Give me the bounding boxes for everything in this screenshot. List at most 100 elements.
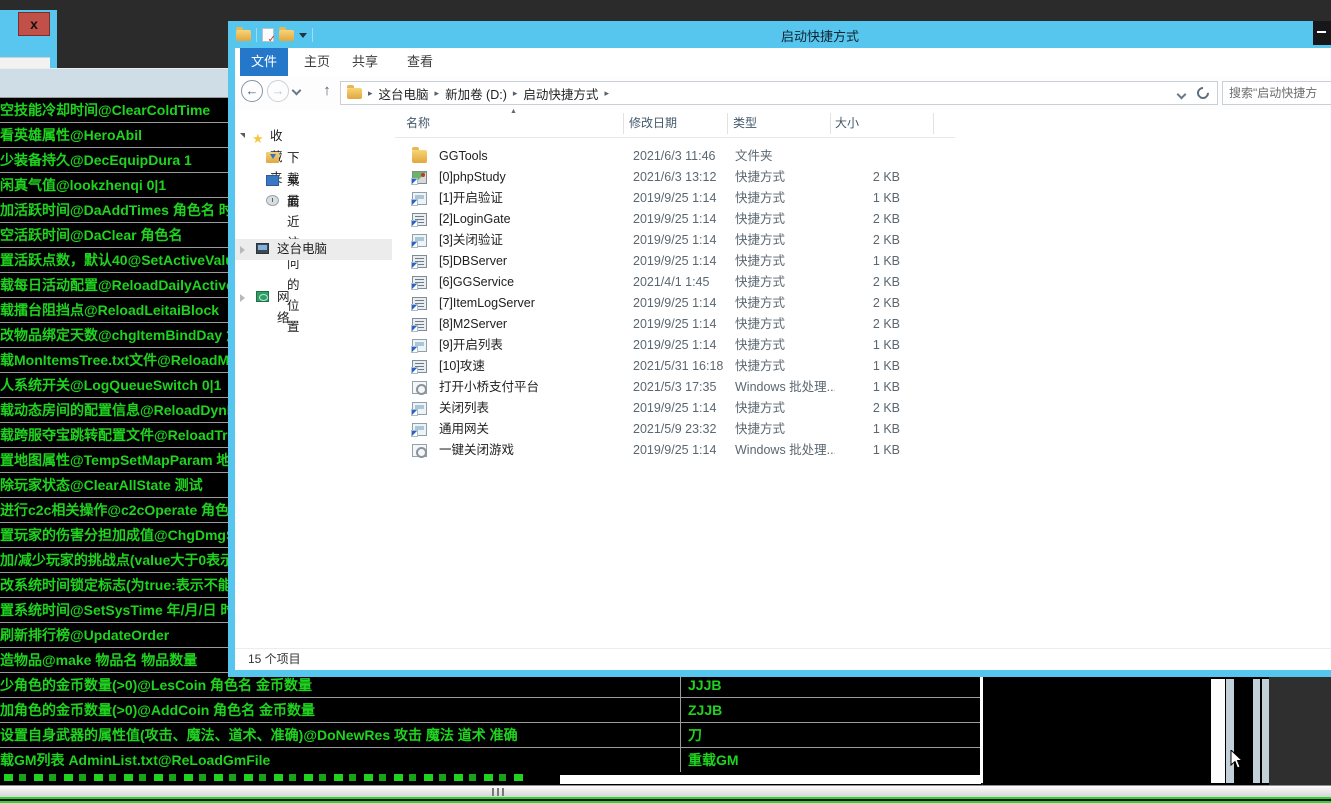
table-row[interactable]: [2]LoginGate2019/9/25 1:14快捷方式2 KB [395, 209, 955, 230]
table-row[interactable]: 一键关闭游戏2019/9/25 1:14Windows 批处理...1 KB [395, 440, 955, 461]
table-row[interactable]: [0]phpStudy2021/6/3 13:12快捷方式2 KB [395, 167, 955, 188]
search-input[interactable]: 搜索"启动快捷方 [1222, 81, 1331, 105]
gm-command-row[interactable]: 看英雄属性@HeroAbil [0, 122, 228, 147]
gm-command-row[interactable]: 载每日活动配置@ReloadDailyActiveCfg [0, 272, 228, 297]
file-name: 关闭列表 [439, 398, 629, 419]
file-name: [5]DBServer [439, 251, 629, 272]
column-header-name[interactable]: 名称 [406, 114, 430, 131]
table-row[interactable]: [9]开启列表2019/9/25 1:14快捷方式1 KB [395, 335, 955, 356]
table-row[interactable]: [10]攻速2021/5/31 16:18快捷方式1 KB [395, 356, 955, 377]
chevron-down-icon[interactable] [299, 33, 307, 38]
breadcrumb-item[interactable]: 这台电脑 [379, 84, 429, 103]
properties-icon[interactable] [262, 28, 274, 42]
gm-command-row[interactable]: 造物品@make 物品名 物品数量 [0, 647, 228, 672]
minimize-button[interactable] [1313, 21, 1331, 45]
table-row[interactable]: [1]开启验证2019/9/25 1:14快捷方式1 KB [395, 188, 955, 209]
column-separator[interactable] [727, 113, 728, 134]
column-header-date[interactable]: 修改日期 [629, 114, 677, 131]
folder-icon[interactable] [236, 30, 251, 41]
expander-icon[interactable] [240, 294, 245, 302]
gm-command-row[interactable]: 除玩家状态@ClearAllState 测试 [0, 472, 228, 497]
back-button[interactable]: ← [241, 80, 263, 102]
shortcut-arrow-icon [411, 220, 418, 227]
column-separator[interactable] [830, 113, 831, 134]
column-separator[interactable] [623, 113, 624, 134]
table-row[interactable]: 关闭列表2019/9/25 1:14快捷方式2 KB [395, 398, 955, 419]
gm-command-row[interactable]: 载动态房间的配置信息@ReloadDynRoo [0, 397, 228, 422]
up-button[interactable]: ↑ [317, 78, 337, 104]
file-type: 快捷方式 [735, 209, 835, 230]
table-row[interactable]: [5]DBServer2019/9/25 1:14快捷方式1 KB [395, 251, 955, 272]
gm-command-row[interactable]: 置地图属性@TempSetMapParam 地图代 [0, 447, 228, 472]
gm-alias-cell[interactable]: ZJJB [688, 698, 978, 723]
new-folder-icon[interactable] [279, 30, 294, 41]
file-date: 2021/5/31 16:18 [633, 356, 733, 377]
screen: x 空技能冷却时间@ClearColdTime看英雄属性@HeroAbil少装备… [0, 0, 1331, 803]
gm-command-row[interactable]: 进行c2c相关操作@c2cOperate 角色名 [0, 497, 228, 522]
breadcrumb-separator-icon: ▸ [368, 88, 373, 99]
horizontal-scrollbar[interactable] [0, 785, 1331, 797]
column-header-size[interactable]: 大小 [835, 114, 859, 131]
file-name: [2]LoginGate [439, 209, 629, 230]
expander-icon[interactable] [240, 133, 245, 138]
expander-icon[interactable] [240, 246, 245, 254]
breadcrumb-item[interactable]: 新加卷 (D:) [445, 84, 507, 103]
gm-command-row[interactable]: 载跨服夺宝跳转配置文件@ReloadTrans [0, 422, 228, 447]
gm-command-row[interactable]: 加活跃时间@DaAddTimes 角色名 时间 [0, 197, 228, 222]
table-row[interactable]: [3]关闭验证2019/9/25 1:14快捷方式2 KB [395, 230, 955, 251]
sidebar-item-label: 网络 [277, 287, 290, 329]
address-dropdown-icon[interactable] [1177, 90, 1187, 100]
gm-command-row[interactable]: 空技能冷却时间@ClearColdTime [0, 97, 228, 122]
title-bar[interactable]: 启动快捷方式 [228, 21, 1331, 48]
explorer-window: 启动快捷方式 文件主页共享查看 ← → ↑ ▸这台电脑▸新加卷 (D:)▸启动快… [228, 21, 1331, 677]
separator [256, 28, 257, 42]
tab-home[interactable]: 主页 [299, 48, 335, 76]
sidebar-item[interactable]: 这台电脑 [235, 239, 392, 260]
file-name: [6]GGService [439, 272, 629, 293]
column-header-type[interactable]: 类型 [733, 114, 757, 131]
scrollbar-grip-icon[interactable] [492, 788, 494, 796]
gm-command-row[interactable]: 改物品绑定天数@chgItemBindDay 角色名 [0, 322, 228, 347]
file-name: GGTools [439, 146, 629, 167]
gm-command-row[interactable]: 人系统开关@LogQueueSwitch 0|1 [0, 372, 228, 397]
gm-command-row[interactable]: 置活跃点数，默认40@SetActiveValue 角 [0, 247, 228, 272]
gm-command-row[interactable]: 刷新排行榜@UpdateOrder [0, 622, 228, 647]
scrollbar-grip-icon[interactable] [497, 788, 499, 796]
gm-command-row[interactable]: 空活跃时间@DaClear 角色名 [0, 222, 228, 247]
table-row[interactable]: [6]GGService2021/4/1 1:45快捷方式2 KB [395, 272, 955, 293]
table-row[interactable]: [8]M2Server2019/9/25 1:14快捷方式2 KB [395, 314, 955, 335]
table-row[interactable]: 通用网关2021/5/9 23:32快捷方式1 KB [395, 419, 955, 440]
table-row[interactable]: [7]ItemLogServer2019/9/25 1:14快捷方式2 KB [395, 293, 955, 314]
gm-alias-cell[interactable]: 刀 [688, 723, 978, 748]
tab-file[interactable]: 文件 [240, 48, 288, 76]
gm-alias-cell[interactable]: 重载GM [688, 748, 978, 773]
file-type: 快捷方式 [735, 251, 835, 272]
history-chevron-icon[interactable] [292, 86, 302, 96]
refresh-icon[interactable] [1195, 85, 1212, 102]
gm-command-row[interactable]: 改系统时间锁定标志(为true:表示不能修改 [0, 572, 228, 597]
scrollbar-grip-icon[interactable] [502, 788, 504, 796]
gm-command-row[interactable]: 载MonItemsTree.txt文件@ReloadMonIte [0, 347, 228, 372]
gm-command-row[interactable]: 置玩家的伤害分担加成值@ChgDmgShar [0, 522, 228, 547]
empty-list-area [560, 775, 981, 784]
file-size: 2 KB [830, 272, 900, 293]
scrollbar-track[interactable] [1211, 679, 1225, 783]
address-bar[interactable]: ▸这台电脑▸新加卷 (D:)▸启动快捷方式▸ [340, 81, 1218, 105]
gm-command-row[interactable]: 加/减少玩家的挑战点(value大于0表示增 [0, 547, 228, 572]
column-separator[interactable] [933, 113, 934, 134]
tab-view[interactable]: 查看 [402, 48, 438, 76]
gm-command-row[interactable]: 闲真气值@lookzhenqi 0|1 [0, 172, 228, 197]
breadcrumb-separator-icon: ▸ [513, 88, 518, 99]
table-row[interactable]: GGTools2021/6/3 11:46文件夹 [395, 146, 955, 167]
breadcrumb-item[interactable]: 启动快捷方式 [523, 84, 598, 103]
tab-share[interactable]: 共享 [347, 48, 383, 76]
gm-command-row[interactable]: 载擂台阻挡点@ReloadLeitaiBlock [0, 297, 228, 322]
table-row[interactable]: 打开小桥支付平台2021/5/3 17:35Windows 批处理...1 KB [395, 377, 955, 398]
scrollbar-thumb-2[interactable] [1262, 679, 1269, 783]
gm-command-row[interactable]: 置系统时间@SetSysTime 年/月/日 时: [0, 597, 228, 622]
close-button[interactable]: x [18, 12, 50, 36]
forward-button[interactable]: → [267, 80, 289, 102]
scrollbar-track-2[interactable] [1253, 679, 1260, 783]
gm-command-row[interactable]: 少装备持久@DecEquipDura 1 [0, 147, 228, 172]
file-type: 文件夹 [735, 146, 835, 167]
